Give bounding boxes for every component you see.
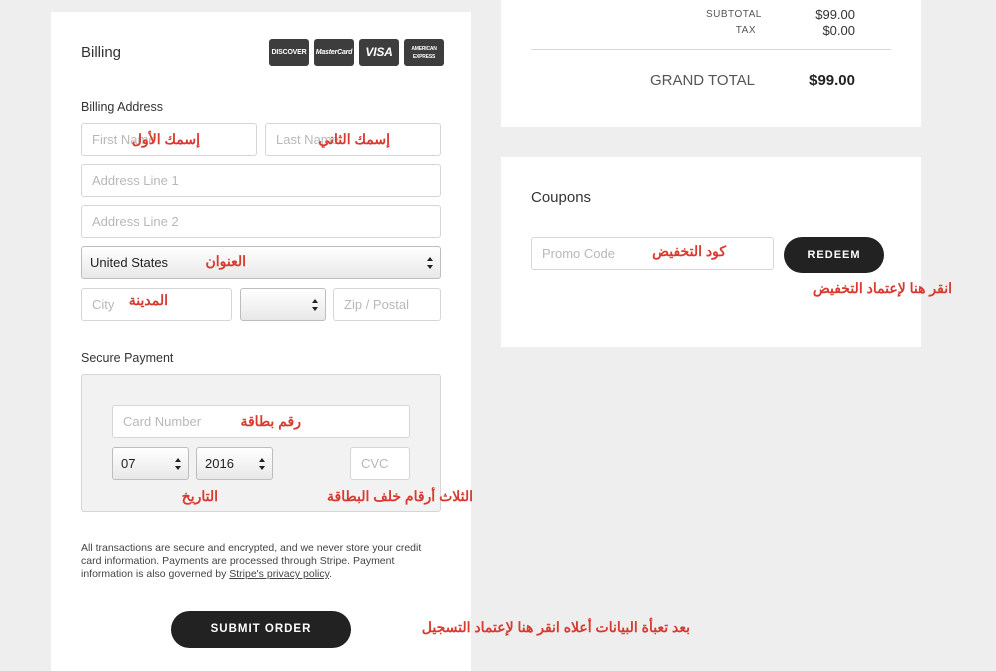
expiry-month-value: 07 [121,456,136,471]
billing-address-label: Billing Address [81,100,163,114]
discover-card-icon: DISCOVER [269,39,309,66]
state-select[interactable] [240,288,326,321]
expiry-month-select[interactable]: 07 [112,447,189,480]
secure-payment-label: Secure Payment [81,351,174,365]
annotation-submit: بعد تعبأة البيانات أعلاه انقر هنا لإعتما… [421,619,690,635]
annotation-city: المدينة [128,292,168,308]
address-line-1-input[interactable]: Address Line 1 [81,164,441,197]
annotation-promo: كود التخفيض [652,243,726,259]
annotation-first-name: إسمك الأول [131,131,200,147]
expiry-year-value: 2016 [205,456,234,471]
select-arrows-icon [175,458,181,470]
subtotal-value: $99.00 [815,7,855,22]
grand-total-value: $99.00 [809,72,855,89]
annotation-last-name: إسمك الثاني [318,131,390,147]
subtotal-label: SUBTOTAL [706,9,762,20]
cvc-input[interactable]: CVC [350,447,410,480]
stripe-privacy-link[interactable]: Stripe's privacy policy [229,568,329,580]
redeem-button[interactable]: REDEEM [784,237,884,273]
visa-card-icon: VISA [359,39,399,66]
billing-panel: Billing DISCOVER MasterCard VISA AMERICA… [51,12,471,671]
disclaimer-end: . [329,568,333,580]
zip-input[interactable]: Zip / Postal [333,288,441,321]
country-select-value: United States [90,255,169,270]
tax-value: $0.00 [822,23,855,38]
annotation-cvc: الثلاث أرقام خلف البطاقة [327,488,473,504]
coupons-title: Coupons [531,189,592,206]
annotation-redeem: انقر هنا لإعتماد التخفيض [812,280,952,296]
totals-divider [531,49,891,50]
country-select[interactable]: United States [81,246,441,279]
select-arrows-icon [259,458,265,470]
amex-card-icon: AMERICAN EXPRESS [404,39,444,66]
accepted-cards: DISCOVER MasterCard VISA AMERICAN EXPRES… [269,39,444,66]
annotation-date: التاريخ [181,488,218,504]
address-line-2-input[interactable]: Address Line 2 [81,205,441,238]
select-arrows-icon [427,257,433,269]
tax-label: TAX [735,25,756,36]
select-arrows-icon [312,299,318,311]
totals-panel: SUBTOTAL $99.00 TAX $0.00 GRAND TOTAL $9… [501,0,921,127]
expiry-year-select[interactable]: 2016 [196,447,273,480]
security-disclaimer: All transactions are secure and encrypte… [81,542,441,581]
grand-total-label: GRAND TOTAL [649,72,755,89]
mastercard-card-icon: MasterCard [314,39,354,66]
annotation-address: العنوان [205,253,246,269]
submit-order-button[interactable]: SUBMIT ORDER [171,611,351,648]
billing-title: Billing [81,44,122,61]
annotation-card-number: رقم بطاقة [240,413,301,429]
